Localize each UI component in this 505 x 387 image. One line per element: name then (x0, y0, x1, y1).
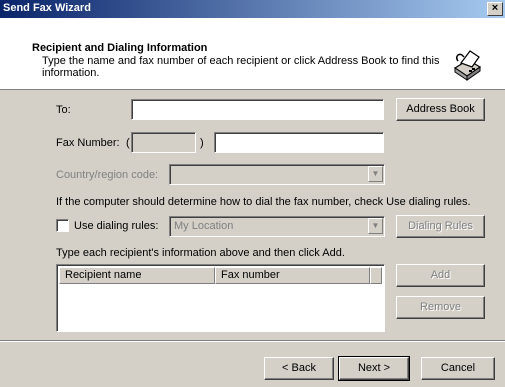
area-code-open-paren: ( (126, 137, 130, 149)
to-label: To: (56, 104, 71, 116)
to-input[interactable] (131, 99, 384, 120)
use-dialing-rules-label[interactable]: Use dialing rules: (74, 220, 158, 232)
column-header-recipient-name[interactable]: Recipient name (59, 267, 215, 284)
back-button[interactable]: < Back (264, 357, 334, 380)
title-bar[interactable]: Send Fax Wizard × (0, 0, 505, 18)
next-button[interactable]: Next > (338, 356, 410, 381)
cancel-button[interactable]: Cancel (421, 357, 495, 380)
column-header-fax-number[interactable]: Fax number (215, 267, 370, 284)
add-recipient-hint: Type each recipient's information above … (56, 247, 345, 259)
dialing-rules-button[interactable]: Dialing Rules (396, 215, 485, 238)
fax-number-label: Fax Number: (56, 137, 120, 149)
chevron-down-icon[interactable]: ▼ (368, 166, 383, 182)
window-title: Send Fax Wizard (3, 2, 91, 14)
dialing-location-combobox[interactable]: My Location ▼ (169, 216, 385, 237)
dialing-rules-hint: If the computer should determine how to … (56, 196, 471, 208)
page-title: Recipient and Dialing Information (32, 42, 208, 54)
send-fax-wizard-window: Send Fax Wizard × Recipient and Dialing … (0, 0, 505, 387)
page-description: Type the name and fax number of each rec… (42, 55, 440, 79)
area-code-input[interactable] (131, 132, 196, 153)
add-button[interactable]: Add (396, 264, 485, 287)
fax-machine-icon (451, 49, 483, 81)
chevron-down-icon[interactable]: ▼ (368, 218, 383, 234)
wizard-header: Recipient and Dialing Information Type t… (0, 18, 505, 90)
recipient-list[interactable]: Recipient name Fax number (56, 264, 385, 332)
footer-divider (0, 340, 505, 342)
address-book-button[interactable]: Address Book (396, 98, 485, 121)
use-dialing-rules-checkbox[interactable] (56, 219, 69, 232)
fax-number-input[interactable] (214, 132, 384, 153)
area-code-close-paren: ) (200, 137, 204, 149)
close-button[interactable]: × (487, 2, 503, 16)
country-region-label: Country/region code: (56, 169, 159, 181)
column-header-filler (370, 267, 382, 284)
dialing-location-value: My Location (174, 220, 234, 232)
close-icon: × (491, 2, 499, 14)
country-region-combobox[interactable]: ▼ (169, 164, 385, 185)
remove-button[interactable]: Remove (396, 296, 485, 319)
